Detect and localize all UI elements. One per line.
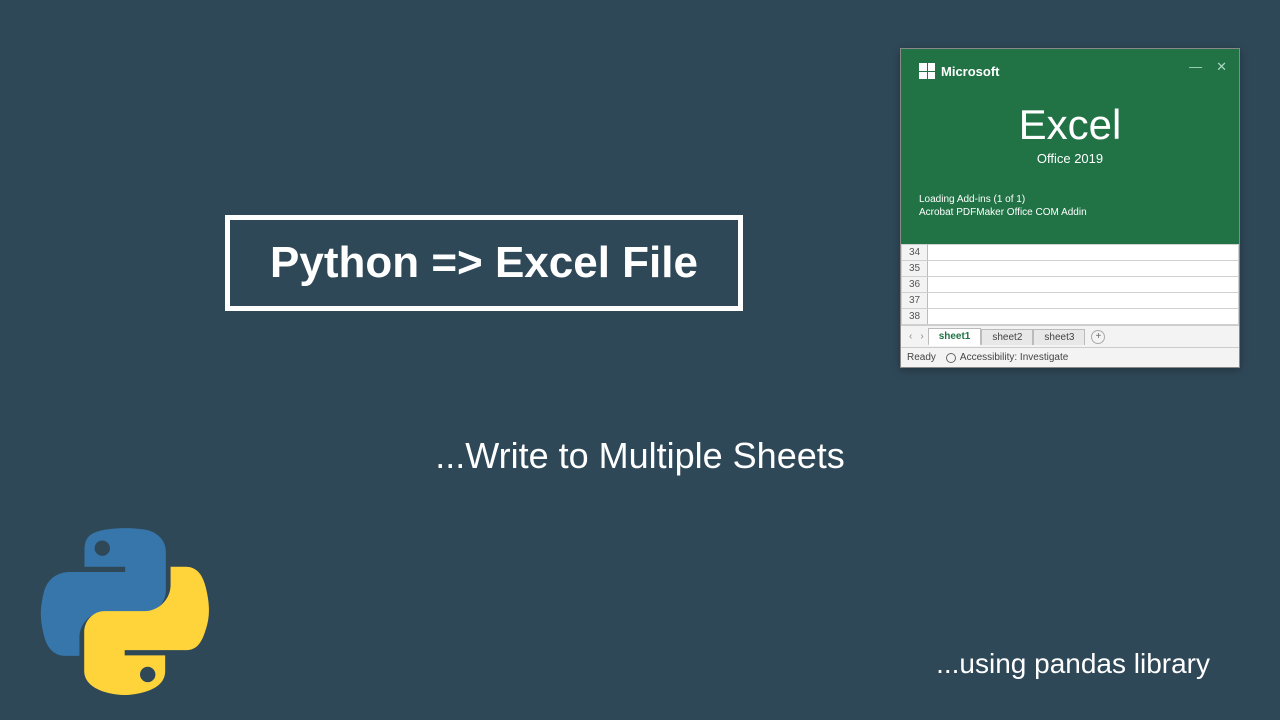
accessibility-status[interactable]: Accessibility: Investigate bbox=[946, 352, 1068, 363]
row-number[interactable]: 34 bbox=[902, 245, 928, 261]
loading-status: Loading Add-ins (1 of 1) bbox=[919, 194, 1221, 205]
add-sheet-button[interactable]: + bbox=[1091, 330, 1105, 344]
status-ready: Ready bbox=[907, 352, 936, 363]
spreadsheet-area: 34 35 36 37 38 ‹ › sheet1 sheet2 sheet3 … bbox=[901, 244, 1239, 367]
close-button[interactable]: ✕ bbox=[1216, 59, 1227, 75]
table-row: 38 bbox=[902, 309, 1239, 325]
cell[interactable] bbox=[928, 277, 1239, 293]
window-controls: — ✕ bbox=[1189, 59, 1227, 75]
table-row: 37 bbox=[902, 293, 1239, 309]
table-row: 34 bbox=[902, 245, 1239, 261]
addin-name: Acrobat PDFMaker Office COM Addin bbox=[919, 207, 1221, 218]
brand-label: Microsoft bbox=[941, 64, 1000, 79]
tab-next-button[interactable]: › bbox=[916, 331, 927, 342]
tab-prev-button[interactable]: ‹ bbox=[905, 331, 916, 342]
excel-splash-header: Microsoft — ✕ Excel Office 2019 Loading … bbox=[901, 49, 1239, 244]
excel-edition: Office 2019 bbox=[919, 151, 1221, 166]
table-row: 36 bbox=[902, 277, 1239, 293]
main-title: Python => Excel File bbox=[270, 238, 698, 288]
row-number[interactable]: 38 bbox=[902, 309, 928, 325]
status-bar: Ready Accessibility: Investigate bbox=[901, 347, 1239, 367]
cell[interactable] bbox=[928, 293, 1239, 309]
row-number[interactable]: 37 bbox=[902, 293, 928, 309]
row-number[interactable]: 35 bbox=[902, 261, 928, 277]
microsoft-brand: Microsoft bbox=[919, 63, 1221, 79]
minimize-button[interactable]: — bbox=[1189, 59, 1202, 75]
excel-product-name: Excel bbox=[919, 101, 1221, 149]
spreadsheet-grid: 34 35 36 37 38 bbox=[901, 244, 1239, 325]
excel-splash-panel: Microsoft — ✕ Excel Office 2019 Loading … bbox=[900, 48, 1240, 368]
sheet-tab-3[interactable]: sheet3 bbox=[1033, 329, 1085, 345]
table-row: 35 bbox=[902, 261, 1239, 277]
subtitle: ...Write to Multiple Sheets bbox=[0, 435, 1280, 477]
cell[interactable] bbox=[928, 245, 1239, 261]
cell[interactable] bbox=[928, 261, 1239, 277]
accessibility-icon bbox=[946, 353, 956, 363]
cell[interactable] bbox=[928, 309, 1239, 325]
sheet-tabs-bar: ‹ › sheet1 sheet2 sheet3 + bbox=[901, 325, 1239, 347]
microsoft-logo-icon bbox=[919, 63, 935, 79]
accessibility-label: Accessibility: Investigate bbox=[960, 352, 1068, 363]
footer-text: ...using pandas library bbox=[936, 648, 1210, 680]
sheet-tab-2[interactable]: sheet2 bbox=[981, 329, 1033, 345]
row-number[interactable]: 36 bbox=[902, 277, 928, 293]
sheet-tab-1[interactable]: sheet1 bbox=[928, 328, 982, 346]
main-title-box: Python => Excel File bbox=[225, 215, 743, 311]
python-logo-icon bbox=[40, 525, 210, 695]
